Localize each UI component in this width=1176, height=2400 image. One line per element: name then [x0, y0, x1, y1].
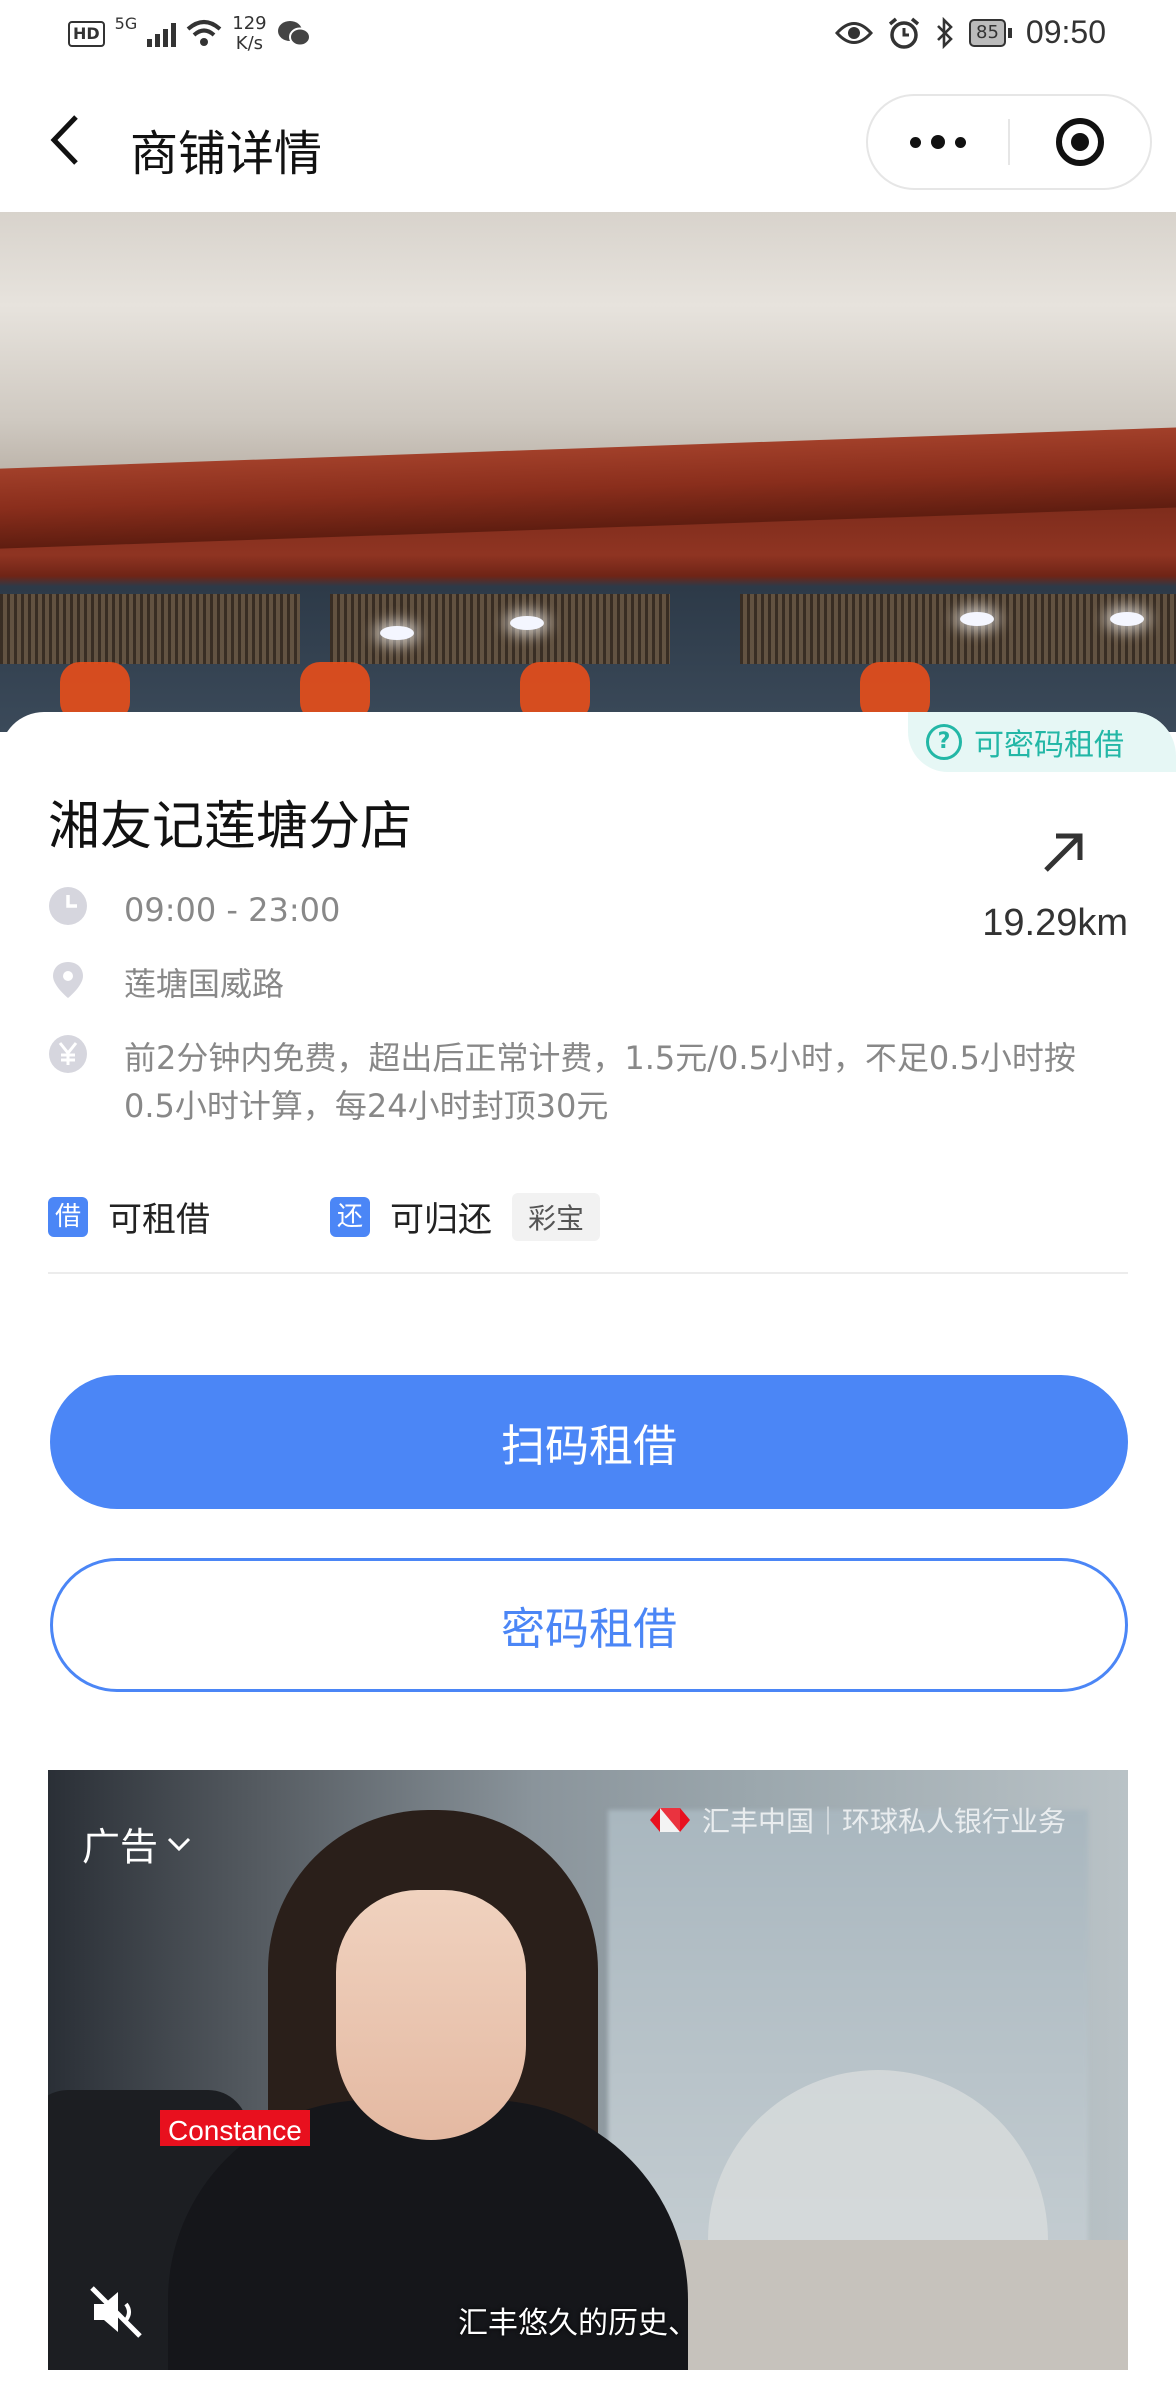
store-address: 莲塘国威路: [124, 965, 285, 1003]
ad-brand: 汇丰中国｜环球私人银行业务: [649, 1800, 1066, 1840]
close-button[interactable]: [1010, 96, 1150, 188]
ad-caption: 汇丰悠久的历史、: [458, 2306, 698, 2341]
battery-icon: 85: [969, 18, 1012, 47]
borrow-badge: 借: [48, 1196, 88, 1237]
address-row: 莲塘国威路: [48, 960, 284, 1008]
store-detail-card: ? 可密码租借 湘友记莲塘分店 19.29km 09:00 - 23:00 莲塘…: [0, 712, 1176, 2400]
fee-description: 前2分钟内免费，超出后正常计费，1.5元/0.5小时，不足0.5小时按0.5小时…: [124, 1039, 1076, 1125]
location-pin-icon: [53, 962, 83, 998]
back-button[interactable]: [40, 110, 90, 170]
mute-icon[interactable]: [86, 2282, 146, 2342]
chevron-left-icon: [50, 115, 78, 165]
speed-unit: K/s: [235, 33, 264, 54]
bluetooth-icon: [937, 16, 953, 49]
eye-icon: [835, 21, 874, 44]
page-title: 商铺详情: [130, 126, 323, 182]
ad-brand-text: 汇丰中国｜环球私人银行业务: [701, 1805, 1066, 1838]
ad-menu[interactable]: 广告: [82, 1816, 192, 1871]
store-photo: [0, 212, 1176, 732]
ad-name-tag: Constance: [160, 2110, 310, 2146]
target-icon: [1056, 118, 1104, 166]
hsbc-logo-icon: [649, 1808, 690, 1832]
distance: 19.29km: [982, 902, 1128, 944]
network-speed: 129 K/s: [232, 14, 266, 54]
ad-label: 广告: [82, 1825, 159, 1869]
password-rent-button[interactable]: 密码租借: [50, 1558, 1128, 1692]
divider: [48, 1272, 1128, 1274]
return-brand-chip: 彩宝: [512, 1192, 601, 1241]
status-right: 85 09:50: [835, 14, 1106, 51]
password-rental-tag-label: 可密码租借: [974, 728, 1124, 763]
mini-program-capsule: [866, 94, 1152, 190]
clock-icon: [49, 887, 87, 925]
more-button[interactable]: [868, 96, 1008, 188]
password-rental-tag: ? 可密码租借: [908, 712, 1176, 772]
fee-row: 前2分钟内免费，超出后正常计费，1.5元/0.5小时，不足0.5小时按0.5小时…: [48, 1034, 1104, 1130]
status-bar: HD 5G 129 K/s 85 09:50: [0, 0, 1176, 72]
return-label: 可归还: [390, 1200, 492, 1240]
alarm-icon: [888, 17, 920, 49]
availability-tags: 借 可租借 还 可归还 彩宝: [48, 1192, 601, 1241]
question-icon: ?: [926, 724, 962, 760]
store-name: 湘友记莲塘分店: [48, 797, 413, 857]
nav-bar: 商铺详情: [0, 72, 1176, 212]
speed-value: 129: [232, 13, 267, 34]
return-badge: 还: [330, 1196, 370, 1237]
battery-level: 85: [969, 18, 1006, 47]
network-type: 5G: [114, 14, 138, 33]
yuan-icon: [49, 1035, 87, 1073]
video-ad[interactable]: 广告 汇丰中国｜环球私人银行业务 Constance 汇丰悠久的历史、: [48, 1770, 1128, 2370]
status-left: HD 5G 129 K/s: [68, 14, 311, 54]
arrow-up-right-icon: [1044, 833, 1083, 872]
signal-icon: [147, 21, 177, 47]
borrow-label: 可租借: [108, 1200, 210, 1240]
wechat-icon: [277, 21, 311, 47]
business-hours: 09:00 - 23:00: [124, 891, 341, 929]
scan-rent-button[interactable]: 扫码租借: [50, 1375, 1128, 1509]
clock: 09:50: [1025, 14, 1106, 50]
hours-row: 09:00 - 23:00: [48, 886, 340, 934]
wifi-icon: [186, 20, 222, 46]
hd-icon: HD: [68, 21, 105, 47]
chevron-down-icon: [167, 1837, 191, 1851]
